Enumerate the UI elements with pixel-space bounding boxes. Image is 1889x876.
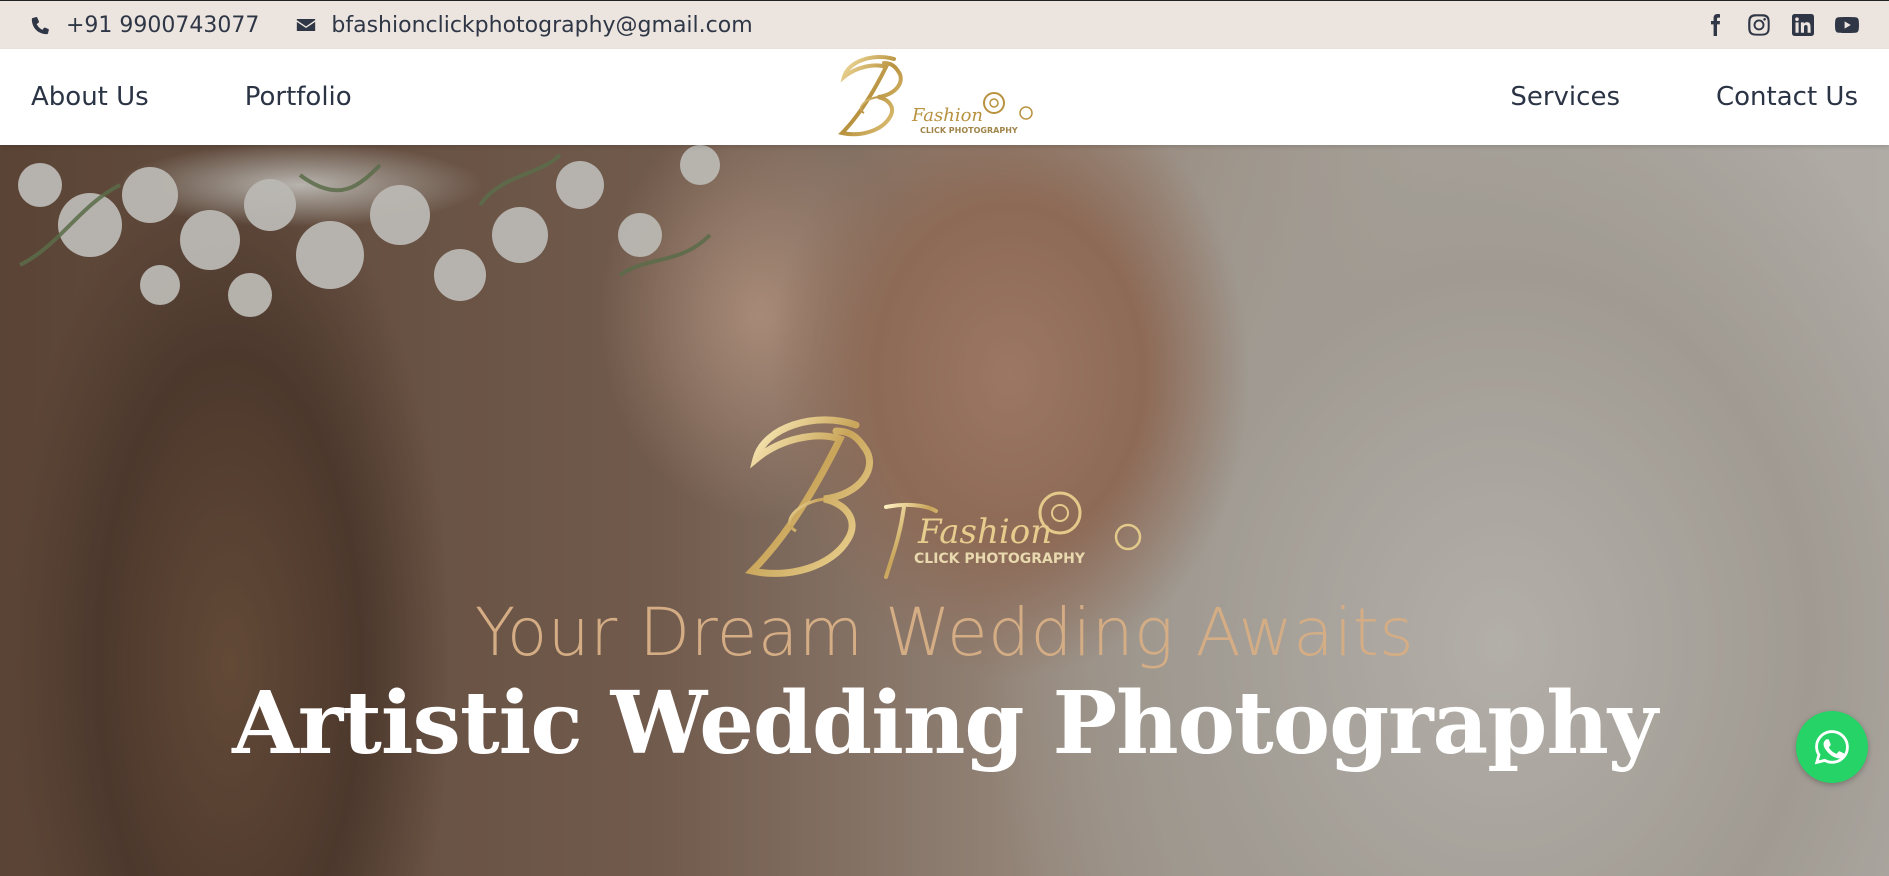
phone-icon [31, 17, 49, 35]
email-address: bfashionclickphotography@gmail.com [331, 12, 753, 38]
phone-number: +91 9900743077 [66, 12, 260, 38]
linkedin-icon[interactable] [1791, 13, 1815, 37]
instagram-icon[interactable] [1747, 13, 1771, 37]
whatsapp-chat-button[interactable] [1796, 711, 1868, 783]
nav-left-group: About Us Portfolio [31, 82, 352, 112]
aperture-icon [1019, 106, 1033, 120]
facebook-icon[interactable] [1703, 13, 1727, 37]
email-contact[interactable]: bfashionclickphotography@gmail.com [295, 12, 753, 38]
nav-services[interactable]: Services [1510, 82, 1620, 112]
hero-tagline: Your Dream Wedding Awaits [474, 594, 1415, 671]
hero-logo-script-text: Fashion [917, 512, 1052, 552]
whatsapp-icon [1814, 730, 1849, 765]
top-contact-bar: +91 9900743077 bfashionclickphotography@… [0, 0, 1889, 49]
phone-contact[interactable]: +91 9900743077 [30, 13, 259, 38]
nav-right-group: Services Contact Us [1510, 82, 1858, 112]
brand-logo[interactable]: Fashion CLICK PHOTOGRAPHY [834, 51, 1044, 143]
youtube-icon[interactable] [1835, 13, 1859, 37]
social-links [1703, 13, 1859, 37]
hero-logo-sub-text: CLICK PHOTOGRAPHY [914, 551, 1086, 567]
nav-about-us[interactable]: About Us [31, 82, 149, 112]
hero-banner: Fashion CLICK PHOTOGRAPHY Your Dream Wed… [0, 145, 1889, 876]
nav-contact-us[interactable]: Contact Us [1716, 82, 1858, 112]
main-navigation: About Us Portfolio Fashion CLICK PHOTOGR… [0, 49, 1889, 145]
logo-script-text: Fashion [911, 105, 983, 126]
nav-portfolio[interactable]: Portfolio [245, 82, 352, 112]
hero-headline: Artistic Wedding Photography [232, 673, 1658, 774]
hero-aperture-icon [1114, 523, 1142, 551]
envelope-icon [297, 19, 316, 31]
logo-sub-text: CLICK PHOTOGRAPHY [920, 126, 1018, 135]
camera-emblem-icon [983, 92, 1005, 114]
hero-brand-logo: Fashion CLICK PHOTOGRAPHY [745, 416, 1142, 579]
